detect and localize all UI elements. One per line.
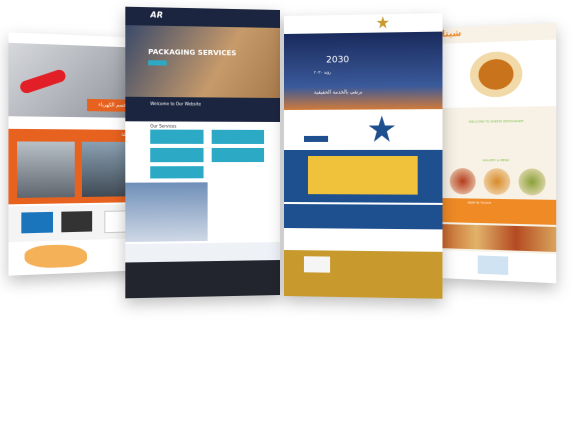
- gallery-title: GALLERY & MENU: [482, 158, 510, 163]
- services-card: [307, 156, 418, 195]
- vision-number: 2030: [326, 55, 350, 66]
- airplane-image: [125, 182, 208, 243]
- world-map: [24, 243, 88, 269]
- website-mockup-vision: 2030 رؤية ٢٠٣٠ نرتقي بالخدمة الحقيقية: [284, 13, 443, 299]
- service-card-3[interactable]: [150, 147, 204, 163]
- hero-subtitle: نرتقي بالخدمة الحقيقية: [313, 89, 363, 96]
- service-card-2[interactable]: [211, 129, 265, 144]
- hero-button[interactable]: [148, 60, 167, 66]
- service-card-1[interactable]: [150, 129, 204, 144]
- logo: شيتا: [441, 28, 462, 40]
- intro-button[interactable]: [303, 135, 329, 142]
- about-section: [284, 204, 443, 230]
- dish-1: [449, 168, 476, 195]
- footer-map: [477, 255, 509, 275]
- photo-tower: [17, 141, 75, 198]
- welcome-title: Welcome to Our Website: [150, 101, 201, 107]
- intro-logo: [369, 115, 396, 141]
- welcome-title: WELCOME TO SHEETA RESTAURANT: [468, 118, 524, 124]
- hero-title: PACKAGING SERVICES: [148, 47, 237, 58]
- hero-text: رؤية ٢٠٣٠: [313, 69, 332, 75]
- footer: [125, 260, 281, 299]
- website-mockup-restaurant: شيتا WELCOME TO SHEETA RESTAURANT GALLER…: [438, 22, 557, 284]
- dish-3: [518, 168, 546, 196]
- website-mockup-packaging: AR PACKAGING SERVICES Welcome to Our Web…: [125, 6, 281, 299]
- top-bar: [284, 13, 443, 34]
- brand-logo: AR: [150, 10, 163, 20]
- service-card-5[interactable]: [150, 166, 204, 179]
- partner-logo-1: [21, 211, 54, 234]
- dish-2: [483, 168, 511, 196]
- partner-logo-2: [61, 211, 93, 233]
- service-card-4[interactable]: [211, 147, 265, 163]
- website-portfolio-collage: قسم الكهرباء مجالات عملنا شيتا WELCOME T…: [0, 0, 583, 428]
- food-strip: [438, 224, 557, 252]
- section-title: مجالات عملنا: [13, 131, 143, 137]
- services-title: Our Services: [150, 123, 177, 129]
- partners-strip: [284, 228, 443, 252]
- footer-map: [303, 256, 331, 273]
